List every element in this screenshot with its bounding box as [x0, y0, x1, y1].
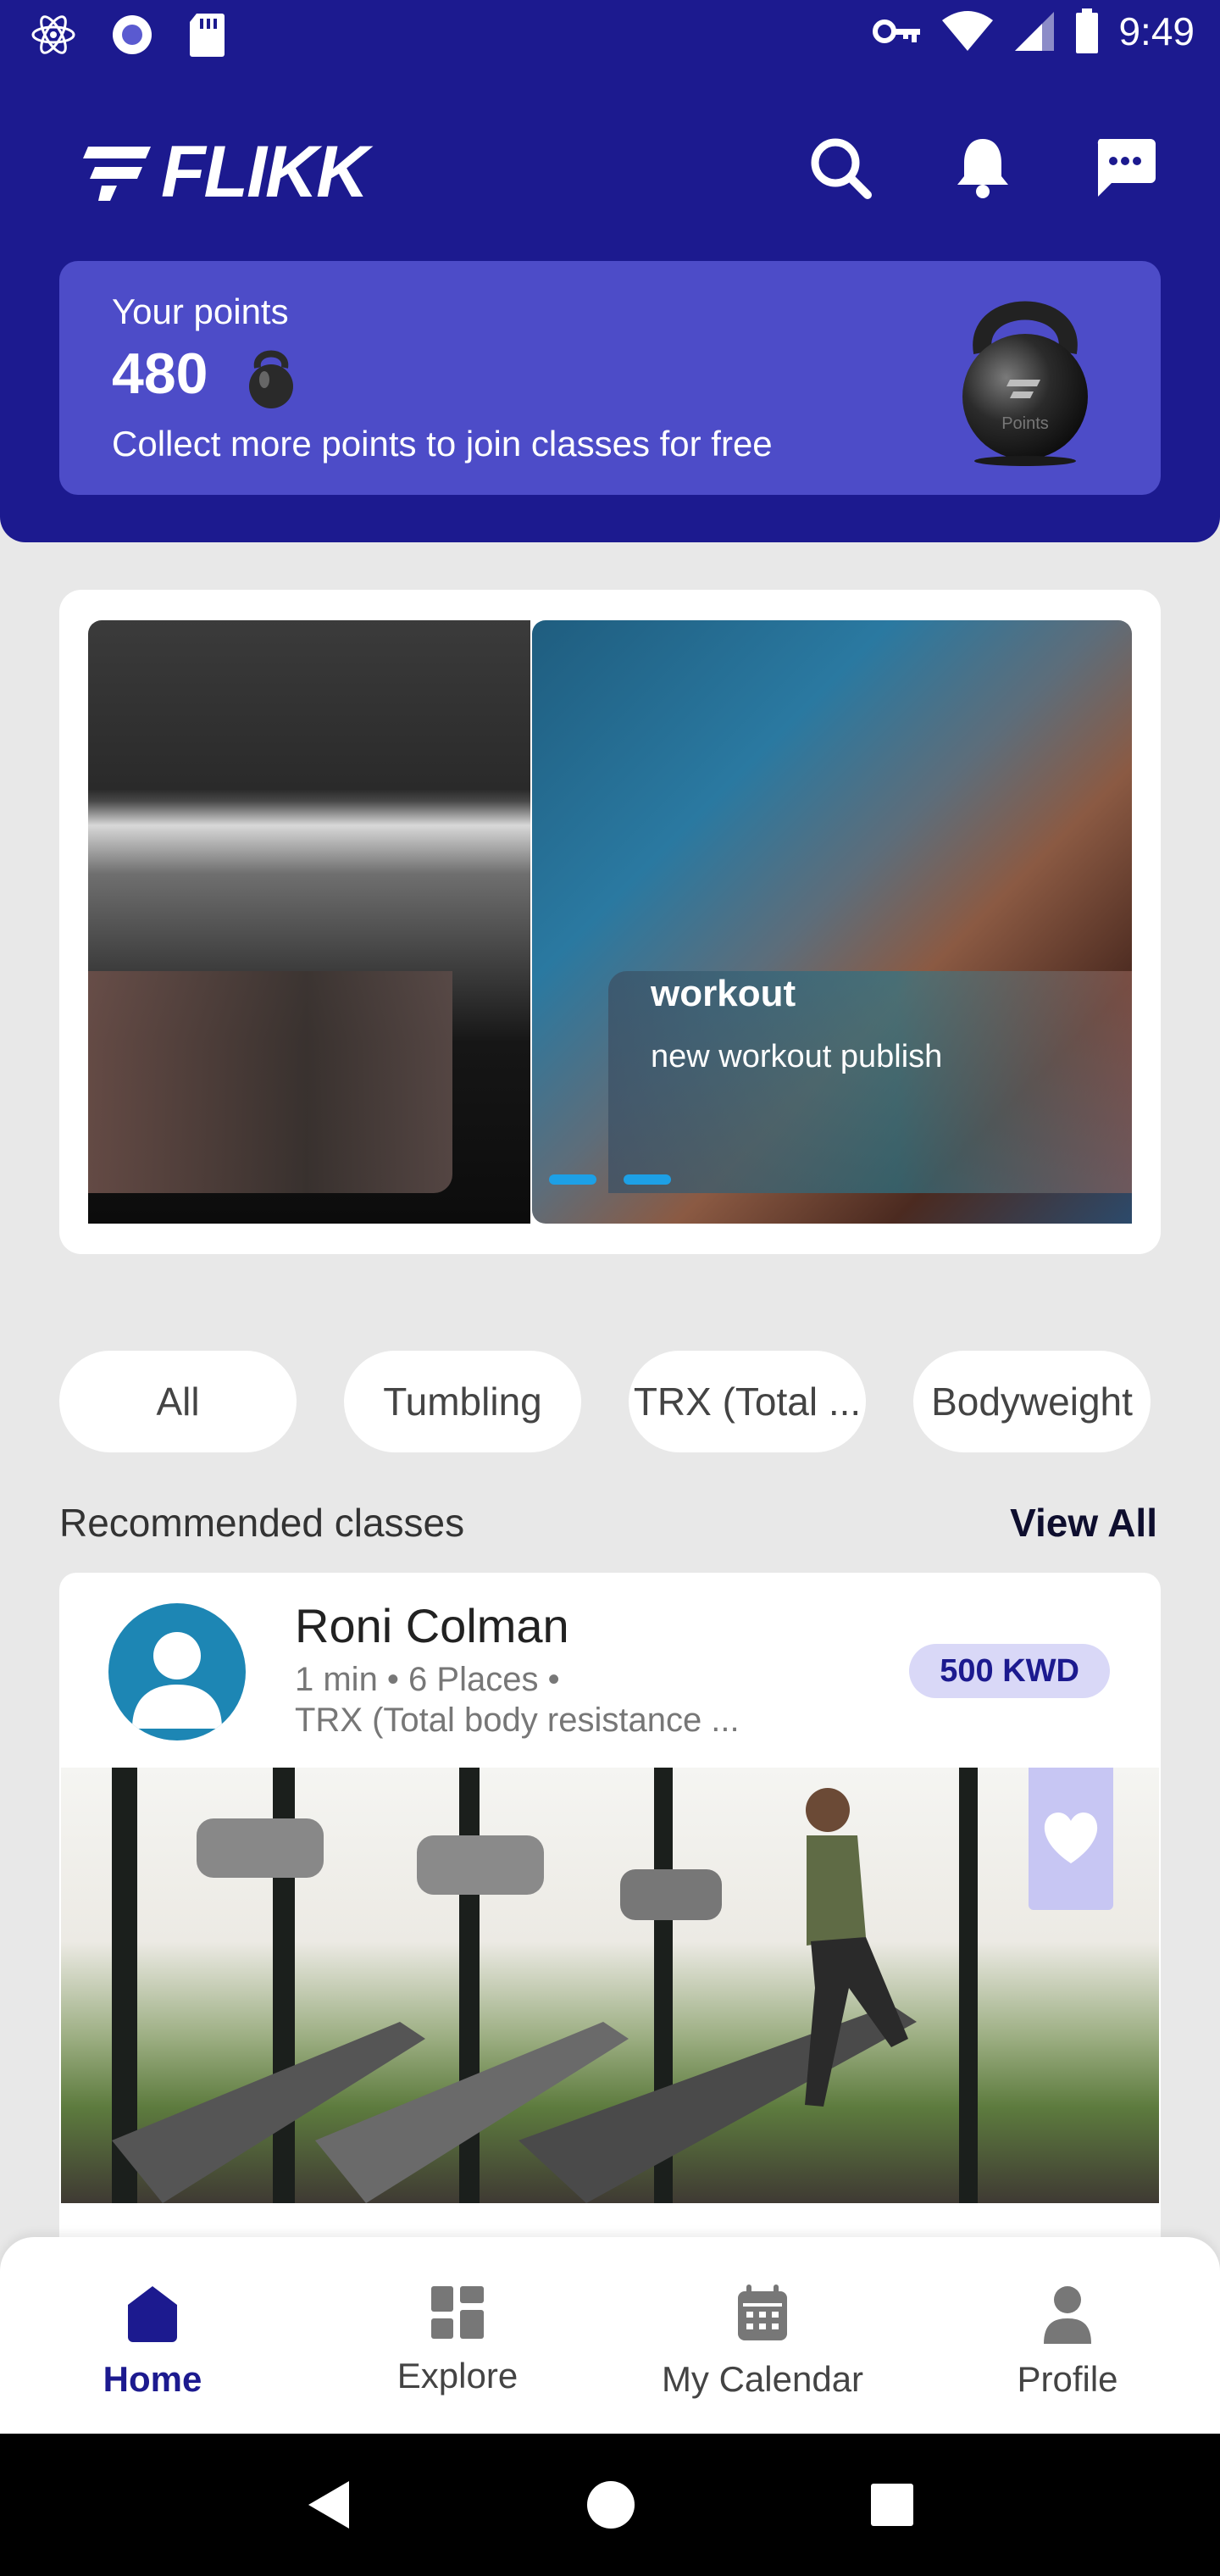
nav-label-profile: Profile — [1017, 2359, 1118, 2399]
signal-icon — [1015, 12, 1055, 51]
chip-tumbling[interactable]: Tumbling — [344, 1351, 581, 1452]
key-icon — [873, 19, 921, 43]
recommended-title: Recommended classes — [59, 1501, 465, 1545]
points-label: Your points — [112, 291, 289, 331]
points-value: 480 — [112, 341, 208, 406]
class-card[interactable]: Roni Colman 1 min • 6 Places • TRX (Tota… — [59, 1573, 1161, 2301]
nav-profile[interactable]: Profile — [915, 2237, 1220, 2434]
carousel-slide-1[interactable] — [88, 620, 530, 1224]
battery-icon — [1076, 8, 1099, 53]
status-right-icons: 9:49 — [873, 8, 1195, 54]
carousel-indicator[interactable] — [624, 1174, 671, 1185]
carousel-indicator[interactable] — [549, 1174, 596, 1185]
chat-icon — [1097, 139, 1156, 197]
points-card[interactable]: Your points 480 Collect more points to j… — [59, 261, 1161, 495]
system-navigation-bar — [0, 2434, 1220, 2576]
back-icon[interactable] — [305, 2479, 352, 2530]
kettlebell-icon: Points — [962, 301, 1088, 466]
search-icon — [811, 138, 872, 199]
nav-explore[interactable]: Explore — [305, 2237, 610, 2434]
home-circle-icon[interactable] — [586, 2480, 635, 2529]
status-left-icons — [30, 12, 225, 58]
recents-icon[interactable] — [869, 2482, 915, 2528]
chip-all[interactable]: All — [59, 1351, 297, 1452]
trainer-name: Roni Colman — [295, 1599, 569, 1652]
app-logo: FLIKK — [80, 130, 369, 214]
flikk-logo-mark-icon — [83, 146, 151, 201]
avatar — [108, 1603, 246, 1740]
treadmill-photo — [112, 1768, 978, 2203]
nav-label-home: Home — [103, 2359, 202, 2399]
bottom-navigation: Home Explore My Calendar Profile — [0, 2237, 1220, 2434]
status-time: 9:49 — [1118, 9, 1195, 53]
nav-home[interactable]: Home — [0, 2237, 305, 2434]
class-image — [61, 1768, 1159, 2203]
logo-text: FLIKK — [161, 131, 369, 213]
carousel-slide-2[interactable] — [532, 620, 1132, 1224]
slide-title: workout — [651, 973, 796, 1014]
nav-label-explore: Explore — [396, 2356, 518, 2396]
carousel-indicators — [549, 1174, 671, 1185]
kettlebell-text: Points — [1001, 414, 1049, 433]
price-badge: 500 KWD — [909, 1644, 1110, 1698]
circle-record-icon — [113, 15, 152, 54]
atom-icon — [31, 15, 75, 54]
sd-card-icon — [190, 14, 225, 57]
points-description: Collect more points to join classes for … — [112, 424, 773, 464]
category-chips: All Tumbling TRX (Total ... Bodyweight — [59, 1351, 1161, 1452]
class-type: TRX (Total body resistance ... — [295, 1702, 740, 1739]
class-meta: 1 min • 6 Places • — [295, 1661, 560, 1698]
calendar-icon — [738, 2285, 787, 2340]
favorite-button[interactable] — [1029, 1768, 1113, 1910]
status-bar: 9:49 — [0, 0, 1220, 71]
kettlebell-small-icon — [249, 350, 293, 408]
home-icon — [128, 2286, 177, 2342]
grid-icon — [431, 2286, 484, 2339]
slide-subtitle: new workout publish — [651, 1039, 943, 1074]
wifi-icon — [942, 11, 994, 51]
chip-bodyweight[interactable]: Bodyweight — [913, 1351, 1151, 1452]
slide-1-overlay — [88, 971, 452, 1193]
bell-icon — [957, 139, 1008, 198]
app-header: FLIKK Your points 480 Collect more point… — [0, 71, 1220, 542]
nav-label-calendar: My Calendar — [661, 2359, 864, 2399]
search-button[interactable] — [807, 134, 874, 202]
view-all-link[interactable]: View All — [1010, 1500, 1157, 1546]
notifications-button[interactable] — [949, 134, 1017, 202]
person-icon — [1044, 2286, 1091, 2344]
person-icon — [132, 1632, 222, 1729]
messages-button[interactable] — [1091, 134, 1159, 202]
promo-carousel[interactable]: workout new workout publish — [59, 590, 1161, 1254]
chip-trx[interactable]: TRX (Total ... — [629, 1351, 866, 1452]
nav-calendar[interactable]: My Calendar — [610, 2237, 915, 2434]
heart-icon — [1044, 1813, 1098, 1863]
